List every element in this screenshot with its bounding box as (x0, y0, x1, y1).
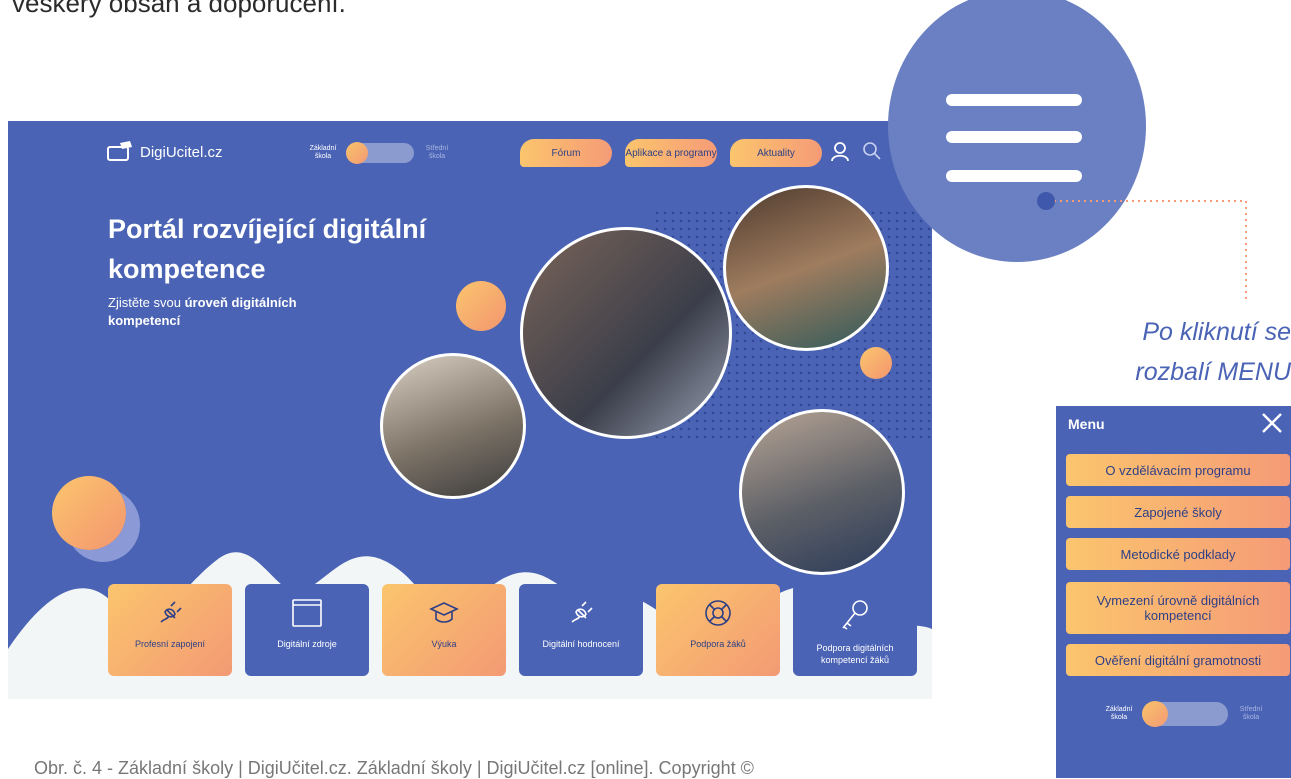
search-icon[interactable] (862, 141, 882, 161)
toggle-right-label: Střední škola (1239, 706, 1263, 721)
nav-apps-button[interactable]: Aplikace a programy (625, 139, 717, 167)
category-card[interactable]: Podpora žáků (656, 584, 780, 676)
card-label: Podpora žáků (690, 639, 746, 649)
mobile-menu-panel: Menu O vzdělávacím programu Zapojené ško… (1056, 406, 1291, 778)
card-label: Profesní zapojení (134, 639, 206, 649)
decor-orb (52, 476, 126, 550)
menu-item-competence-levels[interactable]: Vymezení úrovně digitálních kompetencí (1066, 582, 1290, 634)
logo-text: DigiUcitel.cz (140, 143, 223, 161)
category-card[interactable]: Podpora digitálních kompetencí žáků (793, 584, 917, 676)
close-icon[interactable] (1259, 410, 1285, 436)
card-label: Podpora digitálních kompetencí žáků (816, 643, 894, 665)
monitor-logo-icon (107, 141, 132, 161)
annotation-line-1: Po kliknutí se (1142, 318, 1291, 346)
student-photo (723, 185, 889, 351)
menu-item-program[interactable]: O vzdělávacím programu (1066, 454, 1290, 486)
toggle-knob[interactable] (1142, 701, 1168, 727)
connector-dot (1037, 192, 1055, 210)
card-label: Digitální zdroje (277, 639, 337, 649)
menu-item-schools[interactable]: Zapojené školy (1066, 496, 1290, 528)
menu-item-methodology[interactable]: Metodické podklady (1066, 538, 1290, 570)
lifebuoy-icon (705, 600, 731, 626)
menu-school-type-toggle[interactable]: Základní škola Střední škola (1104, 701, 1266, 727)
category-card[interactable]: Digitální zdroje (245, 584, 369, 676)
decor-orb (860, 347, 892, 379)
toggle-track[interactable] (346, 142, 414, 164)
card-label: Výuka (431, 639, 457, 649)
website-homepage: DigiUcitel.cz Základní škola Střední ško… (8, 121, 932, 699)
category-card[interactable]: Výuka (382, 584, 506, 676)
students-sitting-photo (739, 409, 905, 575)
toggle-knob[interactable] (346, 142, 368, 164)
toggle-left-label: Základní škola (309, 145, 337, 160)
group-photo-large (520, 227, 732, 439)
dotted-connector (1048, 200, 1247, 302)
decor-orb (456, 281, 506, 331)
card-label: Digitální hodnocení (542, 639, 620, 649)
hamburger-bar (946, 170, 1082, 182)
user-login-icon[interactable] (830, 141, 852, 163)
menu-title: Menu (1068, 416, 1105, 432)
student-laptop-photo (380, 353, 526, 499)
menu-item-literacy-check[interactable]: Ověření digitální gramotnosti (1066, 644, 1290, 676)
graduation-cap-icon (429, 602, 459, 623)
school-type-toggle[interactable]: Základní škola Střední škola (308, 142, 452, 164)
annotation-line-2: rozbalí MENU (1135, 358, 1291, 386)
nav-forum-button[interactable]: Fórum (520, 139, 612, 167)
toggle-left-label: Základní škola (1105, 706, 1133, 721)
plug-icon (571, 601, 593, 623)
toggle-right-label: Střední škola (425, 145, 449, 160)
site-logo[interactable]: DigiUcitel.cz (106, 141, 223, 163)
figure-caption: Obr. č. 4 - Základní školy | DigiUčitel.… (34, 758, 754, 778)
hero-subtitle: Zjistěte svou úroveň digitálních kompete… (108, 294, 368, 330)
hamburger-bar (946, 131, 1082, 143)
hamburger-bar (946, 94, 1082, 106)
category-card[interactable]: Profesní zapojení (108, 584, 232, 676)
hero-subtitle-prefix: Zjistěte svou (108, 295, 185, 310)
key-icon (842, 600, 868, 630)
hero-title: Portál rozvíjející digitální kompetence (108, 214, 427, 284)
document-text-top: veškerý obsah a doporučení. (12, 0, 346, 18)
plug-icon (160, 601, 182, 623)
toggle-track[interactable] (1142, 701, 1228, 727)
nav-news-button[interactable]: Aktuality (730, 139, 822, 167)
category-card[interactable]: Digitální hodnocení (519, 584, 643, 676)
annotation-text: Po kliknutí se rozbalí MENU (1051, 312, 1291, 392)
window-icon (292, 599, 322, 627)
